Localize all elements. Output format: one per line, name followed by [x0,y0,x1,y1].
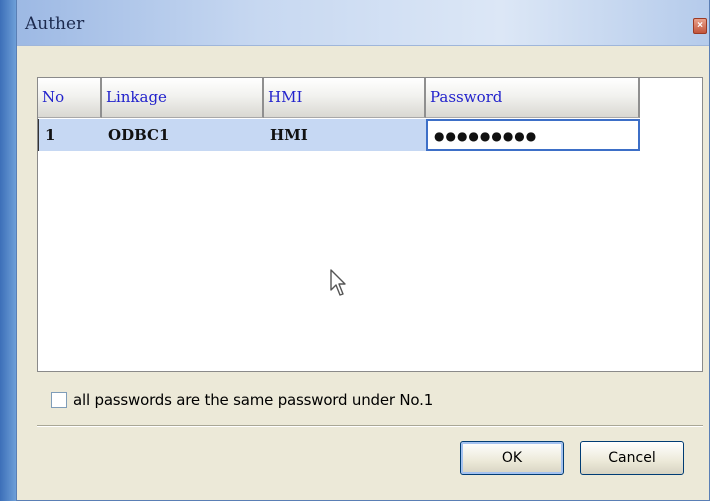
cancel-button[interactable]: Cancel [580,441,684,475]
grid-header: No Linkage HMI Password [38,78,640,118]
linkage-grid[interactable]: No Linkage HMI Password 1 ODBC1 HMI ●●●●… [37,77,703,372]
column-header-hmi[interactable]: HMI [264,78,426,118]
table-row[interactable]: 1 ODBC1 HMI ●●●●●●●●● [38,119,640,151]
title-bar[interactable]: Auther × [17,0,709,46]
same-password-option[interactable]: all passwords are the same password unde… [51,391,433,409]
same-password-checkbox[interactable] [51,392,67,408]
cell-hmi[interactable]: HMI [264,119,426,151]
cell-no[interactable]: 1 [38,119,102,151]
mouse-cursor-icon [330,269,346,296]
desktop-background [0,0,16,501]
auther-dialog: Auther × No Linkage HMI Password 1 ODBC1… [16,0,710,501]
close-icon: × [697,20,703,31]
same-password-label[interactable]: all passwords are the same password unde… [73,391,433,409]
window-title: Auther [25,14,85,34]
cell-linkage[interactable]: ODBC1 [102,119,264,151]
separator [37,425,703,427]
column-header-password[interactable]: Password [426,78,640,118]
password-field[interactable]: ●●●●●●●●● [426,119,640,151]
close-button[interactable]: × [693,18,707,34]
column-header-no[interactable]: No [38,78,102,118]
column-header-linkage[interactable]: Linkage [102,78,264,118]
ok-button[interactable]: OK [460,441,564,475]
